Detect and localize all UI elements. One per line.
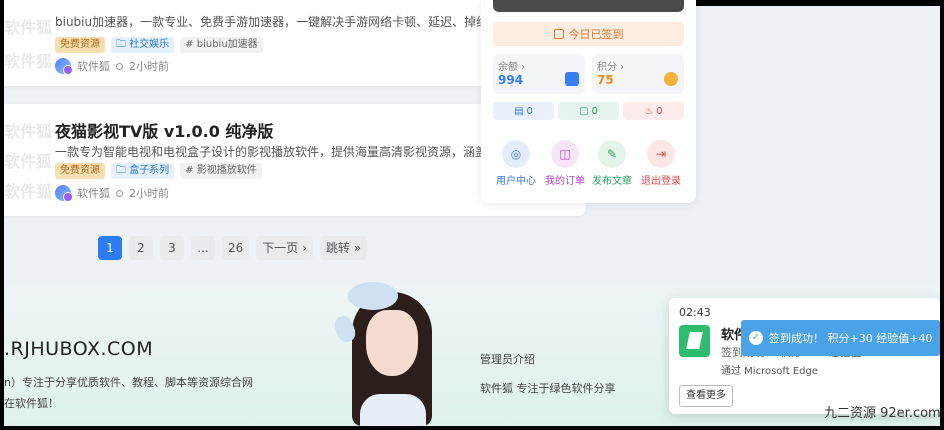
site-intro-line1: n）专注于分享优质软件、教程、脚本等资源综合网	[4, 376, 253, 389]
my-orders-button[interactable]: ◫ 我的订单	[541, 140, 589, 187]
jump-page-button[interactable]: 跳转 »	[319, 236, 368, 260]
system-notification[interactable]: 02:43 软件狐 签到成功！ 积分+30 经验值+40 通过 Microsof…	[669, 298, 940, 414]
mascot-face	[366, 310, 418, 376]
notification-source: 通过 Microsoft Edge	[721, 366, 819, 377]
likes-count[interactable]: ♨ 0	[623, 102, 684, 120]
wallet-icon	[565, 72, 579, 86]
publish-article-label: 发布文章	[592, 176, 632, 187]
points-label: 积分 ›	[597, 62, 625, 73]
notification-time: 02:43	[679, 306, 711, 319]
balance-card[interactable]: 余额 › 994	[493, 54, 585, 94]
user-center-icon: ◎	[502, 140, 530, 168]
posts-count-value: 0	[526, 105, 533, 117]
my-orders-label: 我的订单	[545, 176, 585, 187]
folder-icon: 🗀	[116, 39, 130, 50]
post-time: 2小时前	[129, 60, 169, 73]
document-icon: ▤	[514, 105, 524, 117]
user-center-button[interactable]: ◎ 用户中心	[492, 140, 540, 187]
mascot-bow	[348, 282, 398, 310]
page-button-2[interactable]: 2	[129, 236, 153, 260]
points-value: 75	[597, 73, 614, 87]
tag-category[interactable]: 🗀 盒子系列	[111, 163, 175, 179]
check-icon: ✓	[749, 331, 763, 345]
points-card[interactable]: 积分 › 75	[592, 54, 684, 94]
watermark-text: 软件狐	[4, 18, 53, 37]
signed-in-today-button[interactable]: 今日已签到	[493, 22, 684, 46]
admin-intro-title: 管理员介绍	[480, 353, 535, 366]
video-frame-right	[940, 0, 944, 430]
admin-intro-desc: 软件狐 专注于绿色软件分享	[480, 382, 616, 395]
tag-category[interactable]: 🗀 社交娱乐	[111, 37, 175, 53]
tag-category-label: 社交娱乐	[129, 39, 170, 50]
logout-icon: ⇥	[647, 140, 675, 168]
watermark-text: 软件狐	[4, 122, 53, 141]
clock-icon	[116, 62, 123, 70]
logout-label: 退出登录	[641, 176, 681, 187]
pagination: 1 2 3 ... 26 下一页 › 跳转 »	[98, 236, 368, 260]
user-cover-image	[493, 0, 684, 12]
tag-keyword[interactable]: # biubiu加速器	[180, 37, 263, 53]
logout-button[interactable]: ⇥ 退出登录	[637, 140, 685, 187]
watermark-text: 软件狐	[4, 152, 53, 171]
watermark-text: 软件狐	[4, 52, 53, 71]
page-button-1[interactable]: 1	[98, 236, 122, 260]
page-button-3[interactable]: 3	[160, 236, 184, 260]
comments-count-value: 0	[591, 105, 598, 117]
comment-icon: ▢	[579, 105, 589, 117]
tag-list: 免费资源 🗀 盒子系列 # 影视播放软件	[55, 163, 262, 179]
video-frame-bottom	[0, 426, 944, 430]
coins-icon	[664, 72, 678, 86]
edit-icon: ✎	[598, 140, 626, 168]
tag-free[interactable]: 免费资源	[55, 37, 105, 53]
site-url: .RJHUBOX.COM	[4, 338, 154, 360]
publish-article-button[interactable]: ✎ 发布文章	[588, 140, 636, 187]
shopping-bag-icon: ◫	[551, 140, 579, 168]
page-button-26[interactable]: 26	[222, 236, 250, 260]
signed-label: 今日已签到	[568, 28, 624, 41]
tag-category-label: 盒子系列	[129, 165, 170, 176]
watermark-text: 软件狐	[4, 182, 53, 201]
clock-icon	[116, 189, 123, 197]
comments-count[interactable]: ▢ 0	[558, 102, 619, 120]
view-more-button[interactable]: 查看更多	[679, 385, 733, 407]
mascot-illustration	[330, 282, 450, 426]
user-center-label: 用户中心	[496, 176, 536, 187]
tag-list: 免费资源 🗀 社交娱乐 # biubiu加速器	[55, 37, 263, 53]
mascot-dress	[360, 394, 426, 426]
site-intro-line2: 在软件狐！	[4, 397, 59, 410]
posts-count[interactable]: ▤ 0	[493, 102, 554, 120]
sign-in-success-toast: ✓ 签到成功！ 积分+30 经验值+40	[741, 320, 940, 356]
folder-icon: 🗀	[116, 165, 130, 176]
tag-free[interactable]: 免费资源	[55, 163, 105, 179]
calendar-icon	[553, 29, 564, 39]
author-name[interactable]: 软件狐	[77, 185, 110, 201]
balance-label: 余额 ›	[498, 62, 526, 73]
article-meta: 软件狐 2小时前	[55, 185, 169, 202]
post-time: 2小时前	[129, 187, 169, 200]
toast-message: 签到成功！ 积分+30 经验值+40	[769, 332, 933, 345]
avatar[interactable]	[55, 185, 73, 202]
next-page-button[interactable]: 下一页 ›	[256, 236, 313, 260]
user-panel: 今日已签到 余额 › 994 积分 › 75 ▤ 0 ▢ 0 ♨ 0 ◎ 用户中心 ◫…	[481, 0, 696, 203]
balance-value: 994	[498, 73, 524, 87]
avatar[interactable]	[55, 58, 73, 75]
app-logo-icon	[679, 325, 710, 357]
tag-keyword[interactable]: # 影视播放软件	[180, 163, 262, 179]
corner-watermark: 九二资源 92er.com	[824, 406, 941, 421]
flame-icon: ♨	[644, 105, 654, 117]
article-meta: 软件狐 2小时前	[55, 58, 169, 75]
likes-count-value: 0	[656, 105, 663, 117]
article-title[interactable]: 夜猫影视TV版 v1.0.0 纯净版	[55, 118, 273, 142]
page-ellipsis: ...	[191, 236, 215, 260]
author-name[interactable]: 软件狐	[77, 58, 110, 74]
video-frame-left	[0, 0, 4, 430]
